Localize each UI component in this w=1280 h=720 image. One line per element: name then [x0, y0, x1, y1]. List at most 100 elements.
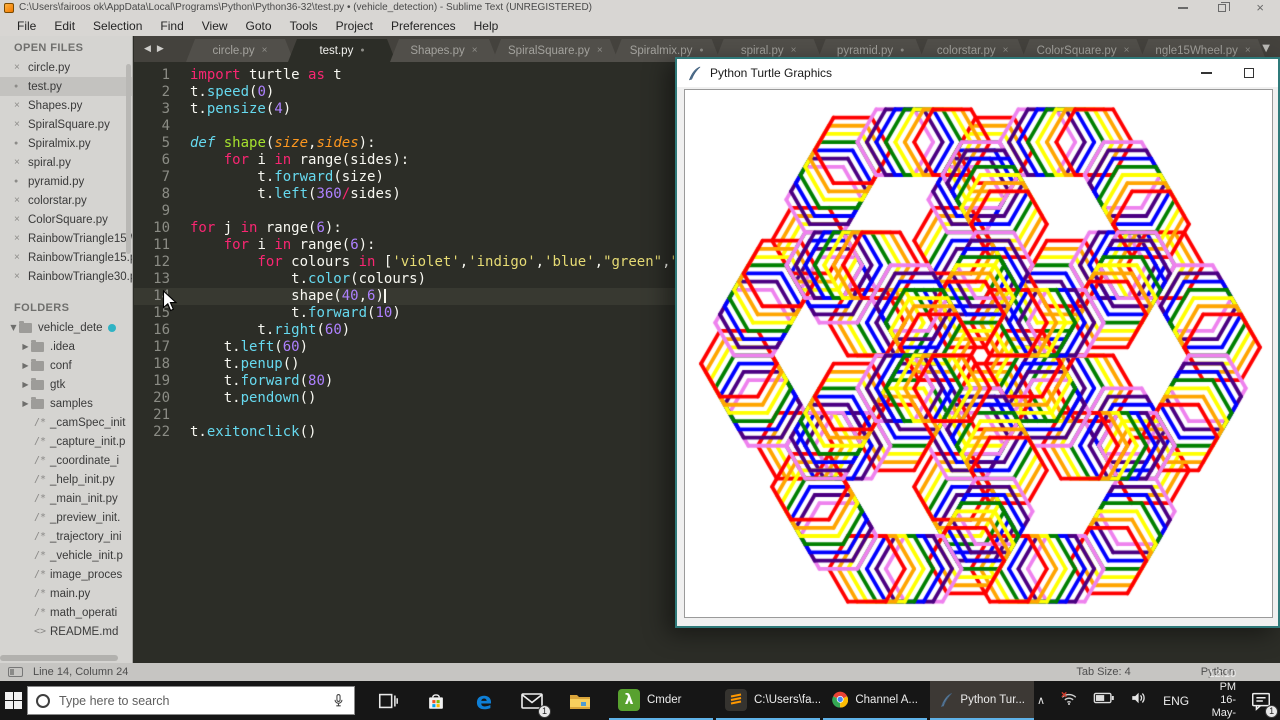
- menu-item-file[interactable]: File: [8, 17, 45, 35]
- tab-test.py[interactable]: test.py●: [288, 39, 396, 62]
- open-file-test.py[interactable]: ●test.py: [0, 77, 132, 96]
- tab-Shapes.py[interactable]: Shapes.py×: [390, 39, 498, 62]
- modified-dot-icon[interactable]: ●: [14, 178, 28, 185]
- tree-item-gtk[interactable]: ▶gtk: [0, 375, 132, 394]
- panel-toggle-icon[interactable]: [8, 667, 23, 677]
- collapsed-arrow-icon[interactable]: ▶: [20, 380, 31, 389]
- taskbar-app-sublime[interactable]: C:\Users\fa...: [716, 681, 820, 720]
- tree-item-conf[interactable]: ▶conf: [0, 356, 132, 375]
- tab-close-icon[interactable]: ×: [1245, 45, 1251, 56]
- close-file-icon[interactable]: ×: [14, 252, 28, 263]
- battery-icon[interactable]: [1093, 690, 1115, 711]
- tab-close-icon[interactable]: ×: [1003, 45, 1009, 56]
- tab-scroll-left-icon[interactable]: ◀: [144, 44, 151, 54]
- mail-button[interactable]: 1: [519, 688, 545, 714]
- tab-close-icon[interactable]: ×: [472, 45, 478, 56]
- tree-item-samples[interactable]: ▶samples: [0, 394, 132, 413]
- menu-item-find[interactable]: Find: [151, 17, 192, 35]
- action-center-button[interactable]: 1: [1250, 688, 1272, 714]
- tab-circle.py[interactable]: circle.py×: [186, 39, 294, 62]
- open-file-spiral.py[interactable]: ×spiral.py: [0, 153, 132, 172]
- network-disconnected-icon[interactable]: [1059, 689, 1079, 712]
- tree-item-_preview_init.[interactable]: /*_preview_init.: [0, 508, 132, 527]
- tree-item-_main_init.py[interactable]: /*_main_init.py: [0, 489, 132, 508]
- tree-item-_camSpec_init[interactable]: /*_camSpec_init: [0, 413, 132, 432]
- tab-modified-dot-icon[interactable]: ●: [360, 47, 364, 54]
- close-file-icon[interactable]: ×: [14, 100, 28, 111]
- close-file-icon[interactable]: ×: [14, 119, 28, 130]
- tab-close-icon[interactable]: ×: [597, 45, 603, 56]
- collapsed-arrow-icon[interactable]: ▶: [20, 361, 31, 370]
- tab-close-icon[interactable]: ×: [262, 45, 268, 56]
- tab-scroll-right-icon[interactable]: ▶: [157, 44, 164, 54]
- tree-item-_vehicle_init.p[interactable]: /*_vehicle_init.p: [0, 546, 132, 565]
- collapsed-arrow-icon[interactable]: ▶: [20, 342, 31, 351]
- open-file-RainbowTriangle15W[interactable]: ×RainbowTriangle15W: [0, 229, 132, 248]
- open-file-RainbowTriangle30.p[interactable]: ×RainbowTriangle30.p: [0, 267, 132, 286]
- menu-item-project[interactable]: Project: [327, 17, 382, 35]
- clock[interactable]: 12:10 PM 16-May-19: [1203, 668, 1236, 720]
- tree-item-.idea[interactable]: ▶.idea: [0, 337, 132, 356]
- taskbar-search[interactable]: [27, 686, 355, 715]
- microsoft-store-button[interactable]: [423, 688, 449, 714]
- tab-SpiralSquare.py[interactable]: SpiralSquare.py×: [492, 39, 619, 62]
- tab-modified-dot-icon[interactable]: ●: [900, 47, 904, 54]
- tree-item-math_operati[interactable]: /*math_operati: [0, 603, 132, 622]
- turtle-maximize-icon[interactable]: [1244, 68, 1254, 78]
- turtle-minimize-icon[interactable]: [1201, 72, 1212, 74]
- tree-item-_coordinate_i[interactable]: /*_coordinate_i: [0, 451, 132, 470]
- collapsed-arrow-icon[interactable]: ▶: [20, 399, 31, 408]
- tree-item-_help_init.py[interactable]: /*_help_init.py: [0, 470, 132, 489]
- sidebar-vertical-scrollbar[interactable]: [126, 64, 131, 254]
- microphone-icon[interactable]: [331, 691, 346, 710]
- tree-item-vehicle_dete[interactable]: ▼vehicle_dete: [0, 318, 132, 337]
- menu-item-tools[interactable]: Tools: [281, 17, 327, 35]
- start-button[interactable]: [0, 681, 27, 720]
- menu-item-view[interactable]: View: [193, 17, 237, 35]
- taskbar-app-python-turtle[interactable]: Python Tur...: [930, 681, 1034, 720]
- close-file-icon[interactable]: ×: [14, 214, 28, 225]
- tree-item-_capture_init.p[interactable]: /*_capture_init.p: [0, 432, 132, 451]
- close-file-icon[interactable]: ×: [14, 157, 28, 168]
- open-file-SpiralSquare.py[interactable]: ×SpiralSquare.py: [0, 115, 132, 134]
- tab-close-icon[interactable]: ×: [791, 45, 797, 56]
- open-file-Shapes.py[interactable]: ×Shapes.py: [0, 96, 132, 115]
- close-file-icon[interactable]: ×: [14, 233, 28, 244]
- menu-item-edit[interactable]: Edit: [45, 17, 84, 35]
- close-file-icon[interactable]: ×: [14, 271, 28, 282]
- modified-dot-icon[interactable]: ●: [14, 83, 28, 90]
- modified-dot-icon[interactable]: ●: [14, 140, 28, 147]
- open-file-ColorSquare.py[interactable]: ×ColorSquare.py: [0, 210, 132, 229]
- taskbar-app-cmder[interactable]: λ Cmder: [609, 681, 713, 720]
- tab-overflow-icon[interactable]: ▼: [1262, 43, 1270, 54]
- tree-item-_trajectory_ini[interactable]: /*_trajectory_ini: [0, 527, 132, 546]
- tray-expand-icon[interactable]: ∧: [1037, 694, 1045, 707]
- tab-close-icon[interactable]: ×: [1124, 45, 1130, 56]
- menu-item-preferences[interactable]: Preferences: [382, 17, 465, 35]
- open-file-circle.py[interactable]: ×circle.py: [0, 58, 132, 77]
- task-view-button[interactable]: [375, 688, 401, 714]
- tab-modified-dot-icon[interactable]: ●: [699, 47, 703, 54]
- file-explorer-button[interactable]: [567, 688, 593, 714]
- open-file-Spiralmix.py[interactable]: ●Spiralmix.py: [0, 134, 132, 153]
- open-file-pyramid.py[interactable]: ●pyramid.py: [0, 172, 132, 191]
- minimize-icon[interactable]: [1178, 7, 1188, 9]
- sidebar-horizontal-scrollbar[interactable]: [0, 655, 118, 661]
- menu-item-selection[interactable]: Selection: [84, 17, 151, 35]
- tree-item-main.py[interactable]: /*main.py: [0, 584, 132, 603]
- tree-item-image_proces[interactable]: /*image_proces: [0, 565, 132, 584]
- close-file-icon[interactable]: ×: [14, 62, 28, 73]
- restore-icon[interactable]: [1218, 4, 1226, 12]
- taskbar-app-chrome[interactable]: Channel A...: [823, 681, 927, 720]
- open-file-RainbowTriangle15.p[interactable]: ×RainbowTriangle15.p: [0, 248, 132, 267]
- expanded-arrow-icon[interactable]: ▼: [8, 323, 19, 332]
- menu-item-help[interactable]: Help: [465, 17, 508, 35]
- tab-size-indicator[interactable]: Tab Size: 4: [1076, 666, 1130, 678]
- close-icon[interactable]: ×: [1256, 3, 1264, 13]
- tree-item-README.md[interactable]: <>README.md: [0, 622, 132, 641]
- turtle-drawing-canvas[interactable]: [685, 90, 1273, 618]
- open-file-colorstar.py[interactable]: ×colorstar.py: [0, 191, 132, 210]
- menu-item-goto[interactable]: Goto: [237, 17, 281, 35]
- language-indicator[interactable]: ENG: [1163, 694, 1189, 708]
- search-input[interactable]: [59, 694, 331, 708]
